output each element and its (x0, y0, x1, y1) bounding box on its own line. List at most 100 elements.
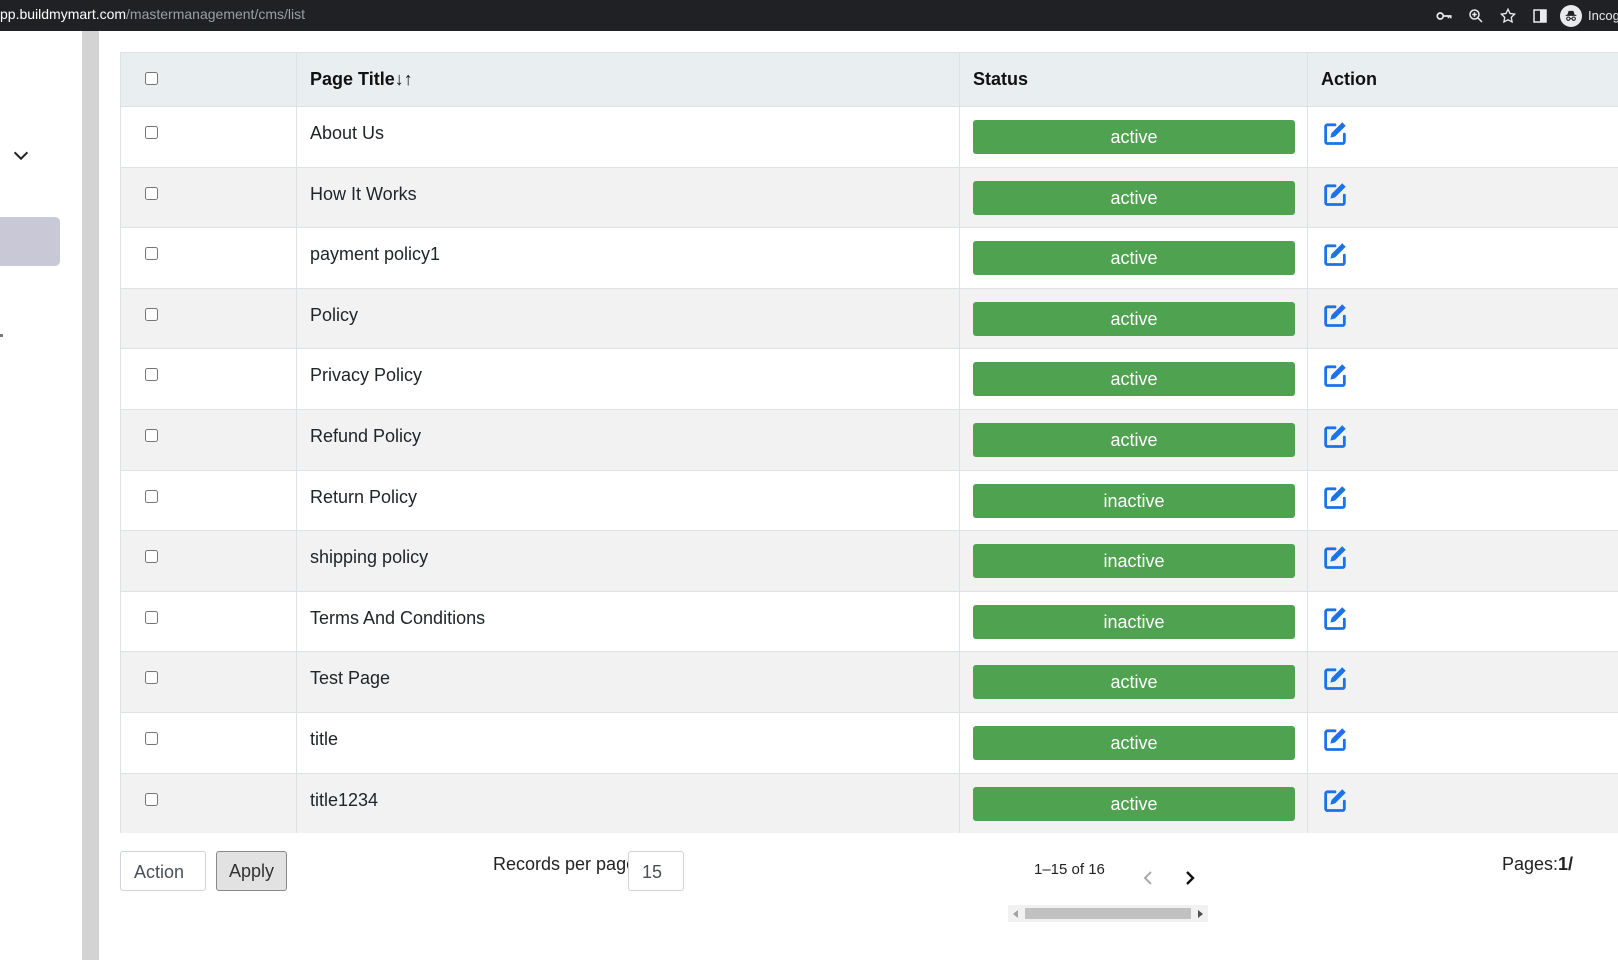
page-title-cell: title1234 (296, 772, 960, 833)
bulk-action-select[interactable]: Action (120, 851, 206, 891)
row-checkbox[interactable] (145, 368, 158, 382)
status-badge[interactable]: active (973, 301, 1295, 336)
row-checkbox[interactable] (145, 428, 158, 442)
table-header-row: Page Title↓↑ Status Action (120, 52, 1618, 107)
edit-icon[interactable] (1321, 119, 1349, 147)
row-select-cell (120, 590, 297, 653)
status-badge[interactable]: active (973, 786, 1295, 821)
scroll-left-arrow[interactable] (1013, 910, 1018, 918)
table-row: Policy active (120, 287, 1618, 350)
action-cell (1307, 772, 1618, 833)
chevron-down-icon[interactable] (10, 145, 32, 167)
row-select-cell (120, 227, 297, 289)
key-icon[interactable] (1428, 0, 1460, 31)
status-badge[interactable]: active (973, 362, 1295, 397)
previous-page-icon[interactable] (1136, 866, 1160, 890)
page-title-cell: Test Page (296, 651, 960, 713)
row-checkbox[interactable] (145, 186, 158, 200)
horizontal-scrollbar[interactable] (1008, 905, 1208, 922)
page-title: Terms And Conditions (310, 607, 486, 628)
next-page-icon[interactable] (1178, 866, 1202, 890)
edit-icon[interactable] (1321, 604, 1349, 632)
side-panel-icon[interactable] (1524, 0, 1556, 31)
browser-toolbar: pp.buildmymart.com/mastermanagement/cms/… (0, 0, 1618, 31)
scroll-right-arrow[interactable] (1198, 910, 1203, 918)
row-checkbox[interactable] (145, 307, 158, 321)
records-per-page-input[interactable]: 15 (628, 851, 684, 891)
row-checkbox[interactable] (145, 489, 158, 503)
edit-icon[interactable] (1321, 361, 1349, 389)
profile-button[interactable]: Incognito (1560, 4, 1618, 27)
status-badge[interactable]: active (973, 241, 1295, 276)
edit-icon[interactable] (1321, 180, 1349, 208)
row-select-cell (120, 772, 297, 833)
edit-icon[interactable] (1321, 301, 1349, 329)
status-cell: inactive (959, 469, 1308, 532)
status-badge[interactable]: active (973, 120, 1295, 154)
row-checkbox[interactable] (145, 247, 158, 261)
select-all-cell (120, 52, 297, 107)
page-title: title (310, 728, 339, 749)
apply-button[interactable]: Apply (216, 851, 287, 891)
action-cell (1307, 530, 1618, 592)
incognito-icon (1560, 4, 1582, 27)
page-title-cell: Privacy Policy (296, 348, 960, 410)
row-select-cell (120, 408, 297, 471)
address-bar[interactable]: pp.buildmymart.com/mastermanagement/cms/… (0, 6, 305, 22)
table-row: title1234 active (120, 772, 1618, 833)
sidebar-scrollbar[interactable] (82, 31, 99, 960)
edit-icon[interactable] (1321, 664, 1349, 692)
row-checkbox[interactable] (145, 731, 158, 745)
sort-icon[interactable]: ↓↑ (395, 69, 413, 89)
pages-indicator: Pages:1/ (1502, 854, 1573, 875)
action-cell (1307, 287, 1618, 350)
page-title-cell: How It Works (296, 166, 960, 229)
edit-icon[interactable] (1321, 422, 1349, 450)
column-title-label: Page Title (310, 69, 395, 89)
page-title: shipping policy (310, 547, 429, 568)
column-header-title[interactable]: Page Title↓↑ (296, 52, 960, 107)
status-cell: active (959, 166, 1308, 229)
status-badge[interactable]: active (973, 665, 1295, 700)
page-title: Refund Policy (310, 425, 422, 446)
pages-label: Pages: (1502, 854, 1559, 874)
row-checkbox[interactable] (145, 671, 158, 685)
row-checkbox[interactable] (145, 126, 158, 139)
status-badge[interactable]: inactive (973, 483, 1295, 518)
edit-icon[interactable] (1321, 543, 1349, 571)
sidebar-item-active[interactable] (0, 217, 60, 266)
table-row: title active (120, 711, 1618, 774)
status-badge[interactable]: inactive (973, 604, 1295, 639)
edit-icon[interactable] (1321, 483, 1349, 511)
edit-icon[interactable] (1321, 725, 1349, 753)
row-select-cell (120, 287, 297, 350)
status-cell: active (959, 348, 1308, 410)
page-title: Privacy Policy (310, 365, 423, 386)
zoom-icon[interactable] (1460, 0, 1492, 31)
star-icon[interactable] (1492, 0, 1524, 31)
select-all-checkbox[interactable] (145, 72, 158, 85)
edit-icon[interactable] (1321, 786, 1349, 814)
row-select-cell (120, 166, 297, 229)
page-title: Policy (310, 304, 359, 325)
edit-icon[interactable] (1321, 240, 1349, 268)
records-per-page-label: Records per page: (493, 854, 642, 874)
status-cell: active (959, 772, 1308, 833)
row-select-cell (120, 348, 297, 410)
row-checkbox[interactable] (145, 610, 158, 624)
row-checkbox[interactable] (145, 792, 158, 806)
status-badge[interactable]: inactive (973, 544, 1295, 579)
table-row: How It Works active (120, 166, 1618, 229)
status-badge[interactable]: active (973, 725, 1295, 760)
table-row: payment policy1 active (120, 227, 1618, 289)
page-title: title1234 (310, 789, 379, 810)
sidebar-marker (0, 334, 3, 337)
row-checkbox[interactable] (145, 550, 158, 564)
scrollbar-thumb[interactable] (1025, 908, 1191, 919)
status-badge[interactable]: active (973, 422, 1295, 457)
action-cell (1307, 590, 1618, 653)
status-cell: active (959, 651, 1308, 713)
cms-pages-table: Page Title↓↑ Status Action About Us acti… (120, 52, 1618, 833)
table-row: Return Policy inactive (120, 469, 1618, 532)
status-badge[interactable]: active (973, 180, 1295, 215)
